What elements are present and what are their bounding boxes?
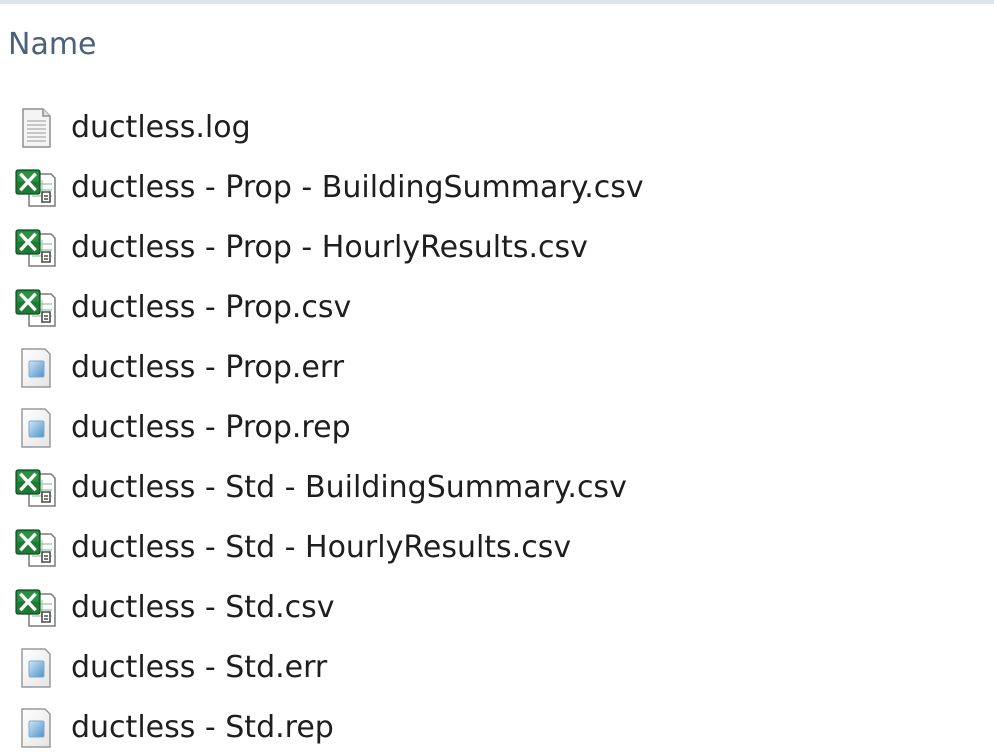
file-row[interactable]: ductless - Prop - BuildingSummary.csv: [0, 158, 994, 218]
excel-csv-icon: [14, 286, 58, 330]
file-name: ductless - Std.csv: [71, 590, 335, 625]
file-row[interactable]: ductless - Prop.rep: [0, 398, 994, 458]
generic-file-icon: [14, 706, 58, 750]
column-header-name[interactable]: Name: [8, 24, 97, 66]
file-row[interactable]: ductless - Std.rep: [0, 698, 994, 752]
file-name: ductless - Std.rep: [71, 710, 334, 745]
file-name: ductless - Prop - BuildingSummary.csv: [71, 170, 644, 205]
file-row[interactable]: ductless - Std.csv: [0, 578, 994, 638]
file-name: ductless - Prop.rep: [71, 410, 351, 445]
file-row[interactable]: ductless - Std - BuildingSummary.csv: [0, 458, 994, 518]
generic-file-icon: [14, 646, 58, 690]
file-name: ductless.log: [71, 110, 251, 145]
file-name: ductless - Prop.err: [71, 350, 345, 385]
file-list: ductless.log ductless - Prop - BuildingS…: [0, 98, 994, 752]
file-row[interactable]: ductless - Std.err: [0, 638, 994, 698]
file-name: ductless - Std - HourlyResults.csv: [71, 530, 572, 565]
file-name: ductless - Prop - HourlyResults.csv: [71, 230, 588, 265]
text-document-icon: [14, 106, 58, 150]
file-name: ductless - Prop.csv: [71, 290, 352, 325]
file-row[interactable]: ductless - Prop.err: [0, 338, 994, 398]
file-row[interactable]: ductless.log: [0, 98, 994, 158]
file-row[interactable]: ductless - Prop.csv: [0, 278, 994, 338]
file-name: ductless - Std.err: [71, 650, 328, 685]
generic-file-icon: [14, 406, 58, 450]
file-row[interactable]: ductless - Std - HourlyResults.csv: [0, 518, 994, 578]
generic-file-icon: [14, 346, 58, 390]
excel-csv-icon: [14, 226, 58, 270]
excel-csv-icon: [14, 466, 58, 510]
file-explorer-pane: Name ductless.log ductless - Prop - Buil…: [0, 0, 994, 752]
top-border: [0, 0, 994, 4]
file-name: ductless - Std - BuildingSummary.csv: [71, 470, 627, 505]
column-header-divider: [0, 72, 994, 73]
excel-csv-icon: [14, 586, 58, 630]
file-row[interactable]: ductless - Prop - HourlyResults.csv: [0, 218, 994, 278]
excel-csv-icon: [14, 526, 58, 570]
excel-csv-icon: [14, 166, 58, 210]
